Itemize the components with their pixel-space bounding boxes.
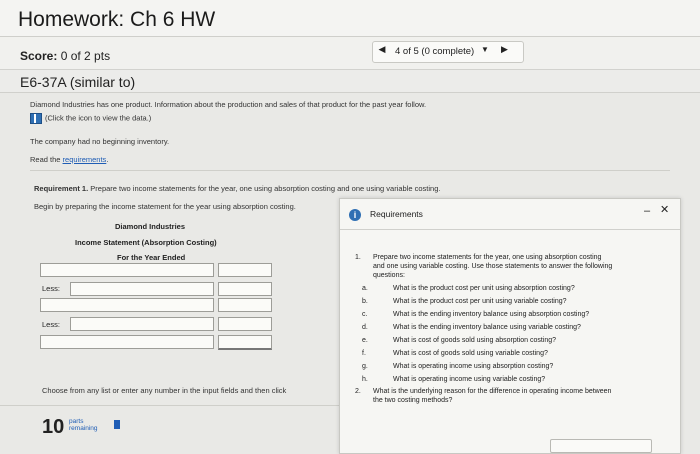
intro-text: Diamond Industries has one product. Info…: [30, 100, 427, 109]
amount-input[interactable]: [218, 298, 272, 312]
data-link-row[interactable]: (Click the icon to view the data.): [30, 113, 151, 124]
parts-count: 10: [42, 416, 65, 438]
requirements-dialog: i Requirements – ✕ 1. Prepare two income…: [339, 198, 681, 454]
read-requirements: Read the requirements.: [30, 155, 108, 164]
item-2-line: What is the underlying reason for the di…: [373, 388, 612, 395]
begin-instruction: Begin by preparing the income statement …: [34, 202, 296, 211]
sub-letter: e.: [362, 337, 368, 344]
less-label: Less:: [42, 320, 60, 329]
question-status[interactable]: 4 of 5 (0 complete): [395, 46, 474, 57]
input-hint: Choose from any list or enter any number…: [42, 386, 287, 395]
sub-letter: h.: [362, 376, 368, 383]
sub-question: What is cost of goods sold using absorpt…: [393, 337, 557, 344]
score-bar: Score: 0 of 2 pts ◀ 4 of 5 (0 complete) …: [0, 37, 700, 70]
table-icon[interactable]: [30, 113, 42, 124]
sub-question: What is cost of goods sold using variabl…: [393, 350, 548, 357]
sub-letter: g.: [362, 363, 368, 370]
amount-input[interactable]: [218, 282, 272, 296]
total-input[interactable]: [218, 335, 272, 350]
question-nav: ◀ 4 of 5 (0 complete) ▼ ▶: [372, 41, 524, 63]
prev-question-icon[interactable]: ◀: [375, 44, 389, 55]
line-item-select[interactable]: [70, 317, 214, 331]
line-item-select[interactable]: [70, 282, 214, 296]
statement-title: Income Statement (Absorption Costing): [75, 238, 217, 247]
sub-question: What is the ending inventory balance usi…: [393, 311, 590, 318]
read-prefix: Read the: [30, 155, 63, 164]
score-label: Score:: [20, 49, 58, 63]
item-1-line: questions:: [373, 272, 405, 279]
sub-letter: d.: [362, 324, 368, 331]
requirement-text: Prepare two income statements for the ye…: [88, 184, 441, 193]
item-1-line: and one using variable costing. Use thos…: [373, 263, 613, 270]
line-item-select[interactable]: [40, 335, 214, 349]
sub-letter: f.: [362, 350, 366, 357]
info-icon: i: [349, 209, 361, 221]
sub-question: What is the ending inventory balance usi…: [393, 324, 581, 331]
sub-letter: b.: [362, 298, 368, 305]
dropdown-arrow-icon[interactable]: ▼: [481, 45, 489, 54]
question-title: E6-37A (similar to): [20, 74, 136, 90]
window-title: Homework: Ch 6 HW: [18, 8, 216, 31]
statement-period: For the Year Ended: [117, 253, 186, 262]
divider: [30, 170, 670, 171]
company-name: Diamond Industries: [115, 222, 186, 231]
line-item-select[interactable]: [40, 263, 214, 277]
dialog-action-button[interactable]: [550, 439, 652, 453]
question-header: E6-37A (similar to): [0, 70, 700, 93]
title-bar: Homework: Ch 6 HW: [0, 0, 700, 37]
sub-question: What is operating income using absorptio…: [393, 363, 554, 370]
read-suffix: .: [106, 155, 109, 164]
sub-question: What is the product cost per unit using …: [393, 298, 567, 305]
requirement-1: Requirement 1. Prepare two income statem…: [34, 184, 440, 193]
next-question-icon[interactable]: ▶: [501, 44, 508, 55]
requirements-link[interactable]: requirements: [63, 155, 107, 164]
close-icon[interactable]: ✕: [660, 205, 669, 215]
score: Score: 0 of 2 pts: [20, 49, 110, 63]
data-link[interactable]: (Click the icon to view the data.): [45, 113, 151, 122]
item-2-line: the two costing methods?: [373, 397, 453, 404]
dialog-header: i Requirements – ✕: [340, 199, 680, 230]
sub-letter: a.: [362, 285, 368, 292]
progress-indicator: [114, 420, 120, 429]
sub-question: What is the product cost per unit using …: [393, 285, 575, 292]
less-label: Less:: [42, 284, 60, 293]
item-1-line: Prepare two income statements for the ye…: [373, 254, 602, 261]
parts-remaining: parts remaining: [69, 418, 98, 432]
item-1-number: 1.: [355, 254, 361, 261]
inventory-note: The company had no beginning inventory.: [30, 137, 170, 146]
sub-letter: c.: [362, 311, 368, 318]
dialog-title: Requirements: [370, 209, 423, 219]
amount-input[interactable]: [218, 317, 272, 331]
minimize-icon[interactable]: –: [644, 206, 650, 216]
parts-line2: remaining: [69, 425, 98, 432]
footer-divider: [0, 405, 340, 406]
line-item-select[interactable]: [40, 298, 214, 312]
item-2-number: 2.: [355, 388, 361, 395]
amount-input[interactable]: [218, 263, 272, 277]
score-value: 0 of 2 pts: [60, 49, 111, 63]
parts-line1: parts: [69, 418, 84, 425]
requirement-label: Requirement 1.: [34, 184, 89, 193]
sub-question: What is operating income using variable …: [393, 376, 546, 383]
